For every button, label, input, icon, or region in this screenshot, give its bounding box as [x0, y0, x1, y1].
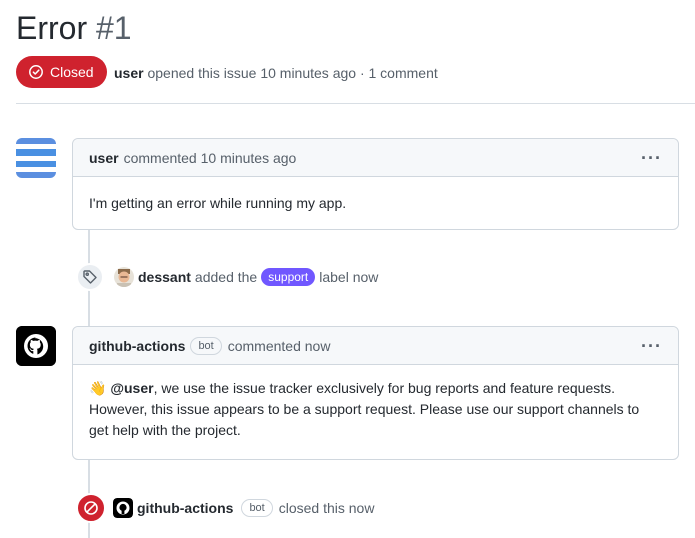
event-text[interactable]: closed this now: [279, 500, 375, 516]
issue-closed-icon: [28, 64, 44, 80]
issue-title: Error #1: [16, 8, 132, 48]
comment-body: 👋 @user, we use the issue tracker exclus…: [73, 365, 678, 457]
event-text-before: added the: [194, 269, 258, 285]
issue-title-text: Error: [16, 10, 88, 46]
bot-badge: bot: [241, 499, 273, 517]
header-divider: [16, 103, 695, 104]
tag-icon: [76, 263, 104, 291]
event-actor[interactable]: dessant: [138, 269, 191, 285]
issue-state-badge: Closed: [16, 56, 107, 88]
comment-author[interactable]: user: [89, 150, 119, 166]
comment-header: user commented 10 minutes ago ···: [73, 139, 678, 177]
comment-author[interactable]: github-actions: [89, 338, 185, 354]
comment-1: user commented 10 minutes ago ··· I'm ge…: [72, 138, 679, 230]
issue-meta: user opened this issue 10 minutes ago · …: [114, 64, 438, 82]
comment-action[interactable]: commented now: [228, 338, 331, 354]
github-actions-mini-avatar[interactable]: [113, 498, 133, 518]
user-mention-link[interactable]: @user: [110, 380, 153, 396]
event-actor[interactable]: github-actions: [137, 500, 233, 516]
kebab-menu-icon[interactable]: ···: [641, 337, 662, 355]
label-event: dessant added the support label now: [76, 263, 378, 291]
comment-header: github-actions bot commented now ···: [73, 327, 678, 365]
comment-2: github-actions bot commented now ··· 👋 @…: [72, 326, 679, 460]
issue-meta-text: opened this issue 10 minutes ago · 1 com…: [147, 65, 438, 81]
kebab-menu-icon[interactable]: ···: [641, 149, 662, 167]
bot-badge: bot: [190, 336, 222, 355]
closed-icon: [76, 493, 106, 523]
dessant-avatar[interactable]: [114, 267, 134, 287]
issue-author-link[interactable]: user: [114, 65, 144, 81]
comment-action[interactable]: commented 10 minutes ago: [124, 150, 297, 166]
issue-state-label: Closed: [50, 64, 94, 80]
github-actions-avatar[interactable]: [16, 326, 56, 366]
event-text-after[interactable]: label now: [319, 269, 378, 285]
support-label[interactable]: support: [261, 268, 316, 286]
wave-emoji: 👋: [89, 380, 107, 396]
comment-body-text: , we use the issue tracker exclusively f…: [89, 380, 640, 438]
user-avatar[interactable]: [16, 138, 56, 178]
comment-body: I'm getting an error while running my ap…: [89, 195, 347, 211]
closed-event: github-actions bot closed this now: [76, 493, 374, 523]
issue-number: #1: [96, 10, 132, 46]
